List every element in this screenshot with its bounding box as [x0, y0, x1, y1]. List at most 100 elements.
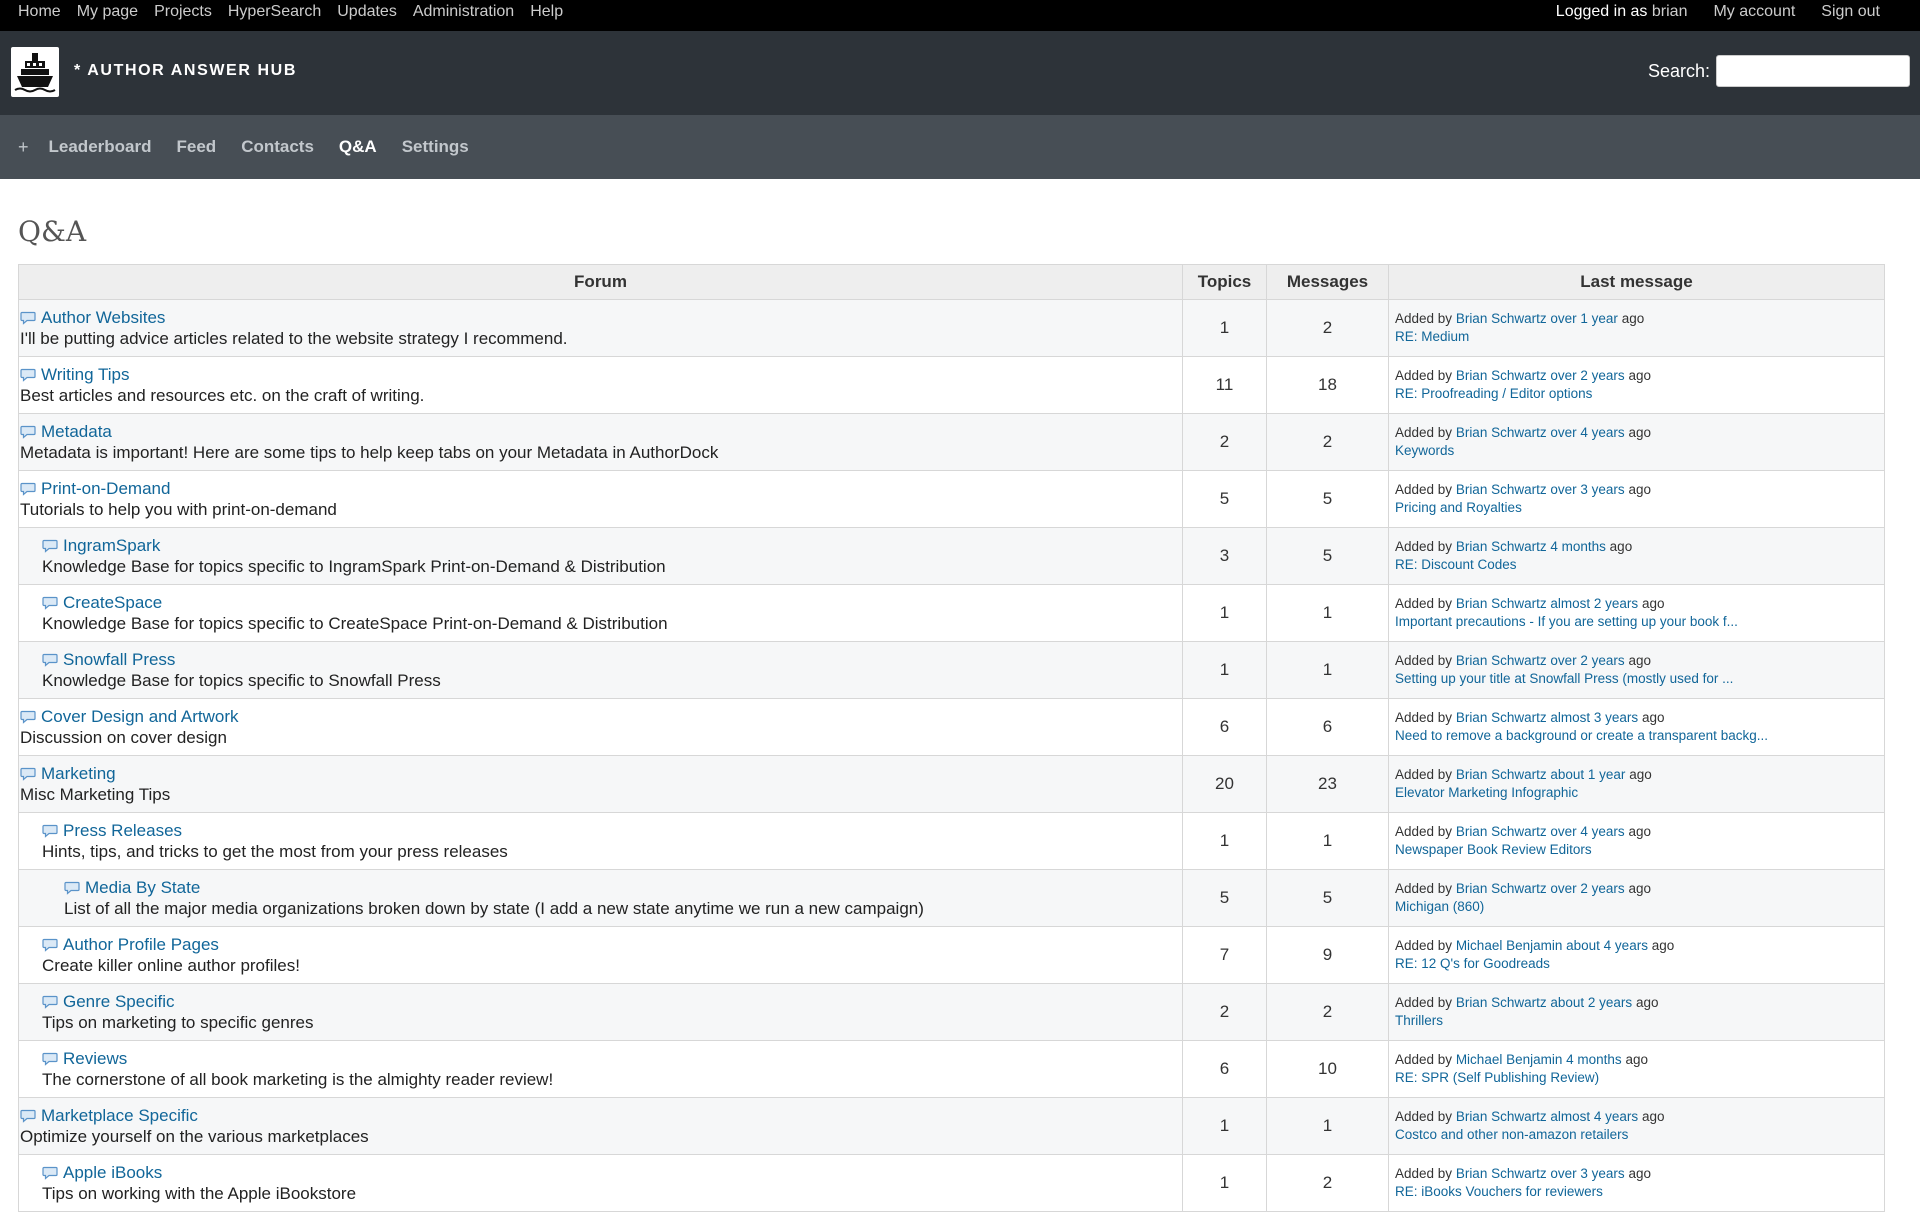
time-ago-link[interactable]: almost 2 years [1550, 596, 1638, 611]
last-message-link[interactable]: RE: SPR (Self Publishing Review) [1395, 1069, 1795, 1087]
author-link[interactable]: Michael Benjamin [1456, 938, 1563, 953]
forum-name[interactable]: Snowfall Press [63, 650, 175, 670]
forum-name[interactable]: IngramSpark [63, 536, 160, 556]
forum-name[interactable]: CreateSpace [63, 593, 162, 613]
author-link[interactable]: Brian Schwartz [1456, 653, 1547, 668]
forum-name[interactable]: Press Releases [63, 821, 182, 841]
author-link[interactable]: Brian Schwartz [1456, 824, 1547, 839]
last-message-link[interactable]: RE: Proofreading / Editor options [1395, 385, 1795, 403]
forum-name[interactable]: Marketing [41, 764, 116, 784]
time-ago-link[interactable]: over 1 year [1550, 311, 1618, 326]
my-account-link[interactable]: My account [1713, 3, 1795, 21]
last-message-link[interactable]: Setting up your title at Snowfall Press … [1395, 670, 1795, 688]
last-message-link[interactable]: Keywords [1395, 442, 1795, 460]
forum-name[interactable]: Media By State [85, 878, 200, 898]
forum-name[interactable]: Metadata [41, 422, 112, 442]
last-message-link[interactable]: RE: Discount Codes [1395, 556, 1795, 574]
time-ago-link[interactable]: about 1 year [1550, 767, 1625, 782]
forum-link[interactable]: Author Profile Pages [42, 935, 1182, 955]
author-link[interactable]: Brian Schwartz [1456, 596, 1547, 611]
forum-name[interactable]: Writing Tips [41, 365, 130, 385]
forum-name[interactable]: Cover Design and Artwork [41, 707, 238, 727]
forum-link[interactable]: Marketplace Specific [20, 1106, 1182, 1126]
author-link[interactable]: Brian Schwartz [1456, 1109, 1547, 1124]
site-title[interactable]: * AUTHOR ANSWER HUB [74, 62, 297, 80]
last-message-link[interactable]: RE: 12 Q's for Goodreads [1395, 955, 1795, 973]
time-ago-link[interactable]: over 4 years [1550, 824, 1624, 839]
forum-link[interactable]: Reviews [42, 1049, 1182, 1069]
time-ago-link[interactable]: over 2 years [1550, 653, 1624, 668]
time-ago-link[interactable]: over 3 years [1550, 1166, 1624, 1181]
last-message-link[interactable]: RE: iBooks Vouchers for reviewers [1395, 1183, 1795, 1201]
tab-contacts[interactable]: Contacts [241, 137, 314, 157]
time-ago-link[interactable]: over 3 years [1550, 482, 1624, 497]
last-message-link[interactable]: Pricing and Royalties [1395, 499, 1795, 517]
forum-link[interactable]: Press Releases [42, 821, 1182, 841]
forum-link[interactable]: Print-on-Demand [20, 479, 1182, 499]
last-message-link[interactable]: RE: Medium [1395, 328, 1795, 346]
forum-name[interactable]: Marketplace Specific [41, 1106, 198, 1126]
tab-qa[interactable]: Q&A [339, 137, 377, 157]
author-link[interactable]: Michael Benjamin [1456, 1052, 1563, 1067]
top-link-help[interactable]: Help [530, 3, 563, 21]
top-link-home[interactable]: Home [18, 3, 61, 21]
time-ago-link[interactable]: almost 3 years [1550, 710, 1638, 725]
forum-link[interactable]: Metadata [20, 422, 1182, 442]
added-by-label: Added by [1395, 596, 1453, 611]
forum-link[interactable]: Cover Design and Artwork [20, 707, 1182, 727]
author-link[interactable]: Brian Schwartz [1456, 710, 1547, 725]
ship-icon[interactable] [11, 47, 59, 97]
top-link-my-page[interactable]: My page [77, 3, 138, 21]
tab-settings[interactable]: Settings [402, 137, 469, 157]
time-ago-link[interactable]: about 4 years [1566, 938, 1648, 953]
author-link[interactable]: Brian Schwartz [1456, 482, 1547, 497]
author-link[interactable]: Brian Schwartz [1456, 881, 1547, 896]
forum-name[interactable]: Apple iBooks [63, 1163, 162, 1183]
forum-link[interactable]: IngramSpark [42, 536, 1182, 556]
last-message-link[interactable]: Need to remove a background or create a … [1395, 727, 1795, 745]
current-user-link[interactable]: brian [1652, 3, 1688, 20]
last-message-link[interactable]: Thrillers [1395, 1012, 1795, 1030]
top-link-projects[interactable]: Projects [154, 3, 212, 21]
top-link-hypersearch[interactable]: HyperSearch [228, 3, 321, 21]
author-link[interactable]: Brian Schwartz [1456, 1166, 1547, 1181]
forum-link[interactable]: Media By State [64, 878, 1182, 898]
forum-link[interactable]: Author Websites [20, 308, 1182, 328]
tab-leaderboard[interactable]: Leaderboard [49, 137, 152, 157]
forum-link[interactable]: CreateSpace [42, 593, 1182, 613]
author-link[interactable]: Brian Schwartz [1456, 539, 1547, 554]
top-link-updates[interactable]: Updates [337, 3, 397, 21]
forum-name[interactable]: Print-on-Demand [41, 479, 170, 499]
time-ago-link[interactable]: 4 months [1566, 1052, 1622, 1067]
author-link[interactable]: Brian Schwartz [1456, 425, 1547, 440]
top-link-administration[interactable]: Administration [413, 3, 514, 21]
sign-out-link[interactable]: Sign out [1821, 3, 1880, 21]
time-ago-link[interactable]: over 2 years [1550, 881, 1624, 896]
forum-name[interactable]: Author Profile Pages [63, 935, 219, 955]
forum-link[interactable]: Genre Specific [42, 992, 1182, 1012]
forum-name[interactable]: Genre Specific [63, 992, 175, 1012]
last-message-link[interactable]: Newspaper Book Review Editors [1395, 841, 1795, 859]
forum-link[interactable]: Apple iBooks [42, 1163, 1182, 1183]
time-ago-link[interactable]: about 2 years [1550, 995, 1632, 1010]
last-message-link[interactable]: Important precautions - If you are setti… [1395, 613, 1795, 631]
forum-link[interactable]: Marketing [20, 764, 1182, 784]
time-ago-link[interactable]: 4 months [1550, 539, 1606, 554]
last-message-link[interactable]: Elevator Marketing Infographic [1395, 784, 1795, 802]
author-link[interactable]: Brian Schwartz [1456, 995, 1547, 1010]
forum-link[interactable]: Writing Tips [20, 365, 1182, 385]
forum-name[interactable]: Author Websites [41, 308, 165, 328]
last-message-link[interactable]: Michigan (860) [1395, 898, 1795, 916]
last-message-link[interactable]: Costco and other non-amazon retailers [1395, 1126, 1795, 1144]
forum-name[interactable]: Reviews [63, 1049, 127, 1069]
time-ago-link[interactable]: almost 4 years [1550, 1109, 1638, 1124]
time-ago-link[interactable]: over 2 years [1550, 368, 1624, 383]
author-link[interactable]: Brian Schwartz [1456, 767, 1547, 782]
tab-feed[interactable]: Feed [177, 137, 217, 157]
search-input[interactable] [1716, 55, 1910, 87]
time-ago-link[interactable]: over 4 years [1550, 425, 1624, 440]
forum-link[interactable]: Snowfall Press [42, 650, 1182, 670]
author-link[interactable]: Brian Schwartz [1456, 368, 1547, 383]
new-object-button[interactable]: + [18, 137, 29, 158]
author-link[interactable]: Brian Schwartz [1456, 311, 1547, 326]
